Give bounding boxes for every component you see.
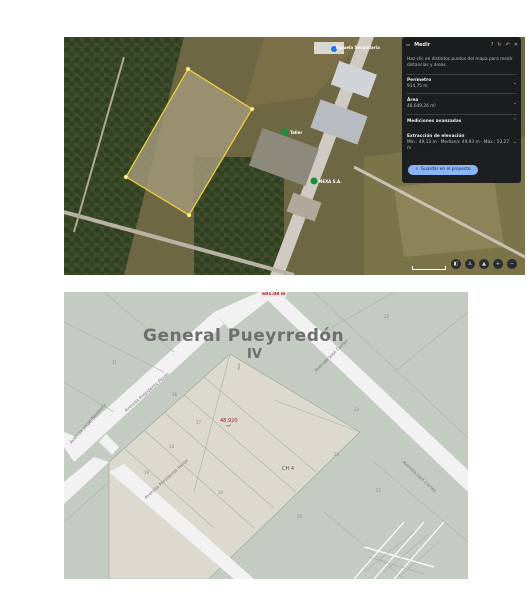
place-label[interactable]: Escuela Secundaria <box>336 45 380 50</box>
lot-number: 23 <box>354 407 360 412</box>
ch-label: CH 4 <box>282 466 295 472</box>
elevation-label: Extracción de elevación <box>407 134 465 139</box>
lot-number: 17 <box>196 420 202 425</box>
lot-number: 25 <box>376 488 382 493</box>
lot-number: 26 <box>297 514 303 519</box>
perimeter-label: Perímetro <box>407 78 432 83</box>
chevron-down-icon[interactable]: ⌄ <box>513 80 517 87</box>
measure-panel-header: ▭ Medir ? ↻ ↶ ✕ <box>406 41 518 51</box>
close-icon[interactable]: ✕ <box>514 43 518 49</box>
lot-number: 21 <box>112 360 118 365</box>
undo-icon[interactable]: ↶ <box>506 43 510 49</box>
measure-title: Medir <box>414 42 431 49</box>
chevron-up-icon[interactable]: ⌃ <box>513 118 517 125</box>
area-value: 48.649,26 m² <box>407 104 437 109</box>
pegman-icon[interactable]: ♙ <box>465 259 475 269</box>
perimeter-value: 914,75 m <box>407 84 428 89</box>
partido-label: General Pueyrredón <box>143 326 345 346</box>
lot-number: 16 <box>172 392 178 397</box>
measure-panel: ▭ Medir ? ↻ ↶ ✕ Haz clic en distintos pu… <box>402 37 521 183</box>
lot-number: 19 <box>144 470 150 475</box>
lot-number: 20 <box>218 490 224 495</box>
place-label[interactable]: NEXA S.A. <box>319 179 342 184</box>
section-letter: J <box>238 362 241 370</box>
lot-number: 22 <box>384 314 390 319</box>
map-scale-bar <box>412 266 446 270</box>
place-pin-icon <box>310 177 318 185</box>
circunscripcion-label: IV <box>247 347 262 362</box>
ruler-icon: ▭ <box>406 43 411 49</box>
lot-number: 24 <box>334 452 340 457</box>
save-to-project-label: Guardar en el proyecto <box>420 167 471 173</box>
chevron-down-icon[interactable]: ⌄ <box>513 100 517 107</box>
place-pin-icon <box>281 128 289 136</box>
compass-icon[interactable]: ▲ <box>479 259 489 269</box>
zoom-out-icon[interactable]: − <box>507 259 517 269</box>
help-icon[interactable]: ? <box>491 43 494 49</box>
cadastral-map: 601.08 m General Pueyrredón IV J 48.920 … <box>64 292 468 579</box>
search-icon: ⌕ <box>415 167 418 173</box>
lot-number: 18 <box>169 444 175 449</box>
satellite-map-view[interactable]: Escuela Secundaria Taller NEXA S.A. ▭ Me… <box>64 37 525 275</box>
measure-instruction: Haz clic en distintos puntos del mapa pa… <box>407 57 513 68</box>
save-to-project-button[interactable]: ⌕ Guardar en el proyecto <box>408 165 478 175</box>
top-measurement-label: 601.08 m <box>261 292 287 297</box>
parcel-area-label[interactable]: 48.920 m² <box>220 419 238 429</box>
elevation-value: Mín.: 49,13 m · Mediana: 49,93 m · Máx.:… <box>407 140 510 151</box>
parcel-area-unit: m² <box>226 424 232 428</box>
chevron-down-icon[interactable]: ⌄ <box>513 139 517 146</box>
area-label: Área <box>407 98 419 103</box>
advanced-measurements-toggle[interactable]: Mediciones avanzadas <box>407 119 513 125</box>
zoom-in-icon[interactable]: + <box>493 259 503 269</box>
layers-icon[interactable]: ◧ <box>451 259 461 269</box>
refresh-icon[interactable]: ↻ <box>497 43 501 49</box>
place-label[interactable]: Taller <box>290 130 302 135</box>
